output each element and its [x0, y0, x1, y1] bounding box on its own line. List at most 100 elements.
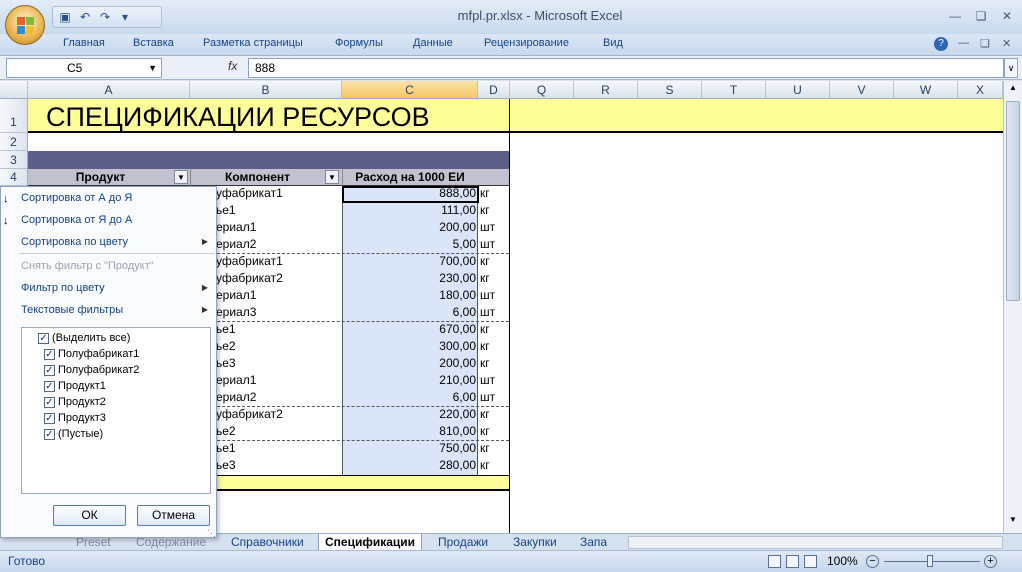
resize-grip-icon[interactable]: ⋱ [207, 528, 216, 539]
cell-rate[interactable]: 230,00 [342, 270, 476, 287]
tab-review[interactable]: Рецензирование [484, 37, 569, 49]
col-header-t[interactable]: T [702, 81, 766, 99]
formula-input[interactable]: 888 [248, 58, 1004, 78]
row-header-4[interactable]: 4 [0, 169, 28, 186]
menu-sort-by-color[interactable]: Сортировка по цвету [21, 236, 128, 248]
sheet-tab-active[interactable]: Спецификации [318, 534, 423, 551]
page-break-view-icon[interactable] [804, 555, 817, 568]
page-layout-view-icon[interactable] [786, 555, 799, 568]
ribbon-restore-icon[interactable]: ❏ [980, 37, 990, 50]
cell-unit[interactable]: шт [480, 236, 508, 253]
filter-list-item[interactable]: ✓ Продукт2 [44, 396, 106, 408]
checkbox-checked-icon[interactable]: ✓ [44, 412, 55, 424]
expand-formula-icon[interactable]: ∨ [1004, 58, 1018, 78]
filter-dropdown-icon[interactable]: ▼ [325, 170, 339, 184]
filter-list-item[interactable]: ✓ (Выделить все) [38, 332, 130, 344]
zoom-in-icon[interactable]: + [984, 555, 997, 568]
cell-rate[interactable]: 6,00 [342, 389, 476, 406]
cell-unit[interactable]: кг [480, 355, 508, 372]
sheet-tab[interactable]: Справочники [225, 534, 310, 551]
chevron-down-icon[interactable]: ▼ [148, 59, 157, 77]
cell-unit[interactable]: кг [480, 338, 508, 355]
cell-rate[interactable]: 210,00 [342, 372, 476, 389]
zoom-level[interactable]: 100% [827, 554, 858, 568]
normal-view-icon[interactable] [768, 555, 781, 568]
cell-unit[interactable]: шт [480, 372, 508, 389]
cell-rate[interactable]: 220,00 [342, 406, 476, 423]
redo-icon[interactable]: ↷ [97, 9, 113, 25]
filter-list-item[interactable]: ✓ Полуфабрикат1 [44, 348, 139, 360]
cell-rate[interactable]: 5,00 [342, 236, 476, 253]
sheet-tab[interactable]: Закупки [507, 534, 563, 551]
tab-formulas[interactable]: Формулы [335, 37, 383, 49]
cell-unit[interactable]: кг [480, 457, 508, 474]
cell-unit[interactable]: кг [480, 423, 508, 440]
row-header-3[interactable]: 3 [0, 151, 28, 169]
cell-unit[interactable]: кг [480, 406, 508, 423]
help-icon[interactable]: ? [934, 37, 948, 51]
checkbox-checked-icon[interactable]: ✓ [44, 348, 55, 360]
col-header-s[interactable]: S [638, 81, 702, 99]
restore-icon[interactable]: ❏ [972, 8, 990, 24]
checkbox-checked-icon[interactable]: ✓ [44, 380, 55, 392]
filter-list-item[interactable]: ✓ (Пустые) [44, 428, 103, 440]
checkbox-checked-icon[interactable]: ✓ [38, 332, 49, 344]
cell-unit[interactable]: шт [480, 304, 508, 321]
cell-unit[interactable]: шт [480, 287, 508, 304]
cell-rate[interactable]: 300,00 [342, 338, 476, 355]
cell-unit[interactable]: кг [480, 185, 508, 202]
cell-rate[interactable]: 200,00 [342, 355, 476, 372]
sheet-tab[interactable]: Продажи [432, 534, 494, 551]
menu-text-filters[interactable]: Текстовые фильтры [21, 304, 123, 316]
filter-values-list[interactable]: ✓ (Выделить все) ✓ Полуфабрикат1 ✓ Полуфабрик… [21, 327, 211, 494]
cell-rate[interactable]: 750,00 [342, 440, 476, 457]
filter-list-item[interactable]: ✓ Продукт1 [44, 380, 106, 392]
col-header-u[interactable]: U [766, 81, 830, 99]
col-header-x[interactable]: X [958, 81, 1003, 99]
checkbox-checked-icon[interactable]: ✓ [44, 364, 55, 376]
filter-list-item[interactable]: ✓ Полуфабрикат2 [44, 364, 139, 376]
ok-button[interactable]: ОК [53, 505, 126, 526]
cell-rate[interactable]: 700,00 [342, 253, 476, 270]
cell-rate[interactable]: 180,00 [342, 287, 476, 304]
cell-rate[interactable]: 280,00 [342, 457, 476, 474]
zoom-slider-thumb[interactable] [927, 555, 933, 567]
col-header-a[interactable]: A [28, 81, 190, 99]
cell-unit[interactable]: кг [480, 440, 508, 457]
col-header-w[interactable]: W [894, 81, 958, 99]
col-header-v[interactable]: V [830, 81, 894, 99]
scroll-down-icon[interactable]: ▼ [1006, 515, 1020, 529]
customize-qat-icon[interactable]: ▾ [117, 9, 133, 25]
cell-unit[interactable]: кг [480, 321, 508, 338]
checkbox-checked-icon[interactable]: ✓ [44, 428, 55, 440]
minimize-icon[interactable]: — [946, 8, 964, 24]
fx-icon[interactable]: fx [228, 59, 237, 73]
row-header-1[interactable]: 1 [0, 99, 28, 133]
cell-unit[interactable]: кг [480, 202, 508, 219]
cell-rate[interactable]: 200,00 [342, 219, 476, 236]
row-header-2[interactable]: 2 [0, 133, 28, 151]
menu-filter-by-color[interactable]: Фильтр по цвету [21, 282, 105, 294]
filter-list-item[interactable]: ✓ Продукт3 [44, 412, 106, 424]
tab-view[interactable]: Вид [603, 37, 623, 49]
undo-icon[interactable]: ↶ [77, 9, 93, 25]
col-header-r[interactable]: R [574, 81, 638, 99]
vertical-scrollbar[interactable]: ▲ ▼ [1003, 81, 1022, 533]
save-icon[interactable]: ▣ [57, 9, 73, 25]
sheet-tab[interactable]: Запа [574, 534, 613, 551]
tab-home[interactable]: Главная [63, 37, 105, 49]
tab-insert[interactable]: Вставка [133, 37, 174, 49]
cell-unit[interactable]: кг [480, 270, 508, 287]
horizontal-scrollbar[interactable] [628, 536, 1003, 549]
ribbon-close-icon[interactable]: ✕ [1002, 37, 1011, 50]
col-header-q[interactable]: Q [510, 81, 574, 99]
ribbon-minimize-icon[interactable]: — [958, 37, 969, 49]
close-icon[interactable]: ✕ [998, 8, 1016, 24]
col-header-c[interactable]: C [342, 81, 478, 99]
cell-rate[interactable]: 810,00 [342, 423, 476, 440]
cell-rate[interactable]: 888,00 [342, 185, 476, 202]
tab-page-layout[interactable]: Разметка страницы [203, 37, 303, 49]
tab-data[interactable]: Данные [413, 37, 453, 49]
cell-rate[interactable]: 670,00 [342, 321, 476, 338]
menu-sort-za[interactable]: Сортировка от Я до А [21, 214, 132, 226]
